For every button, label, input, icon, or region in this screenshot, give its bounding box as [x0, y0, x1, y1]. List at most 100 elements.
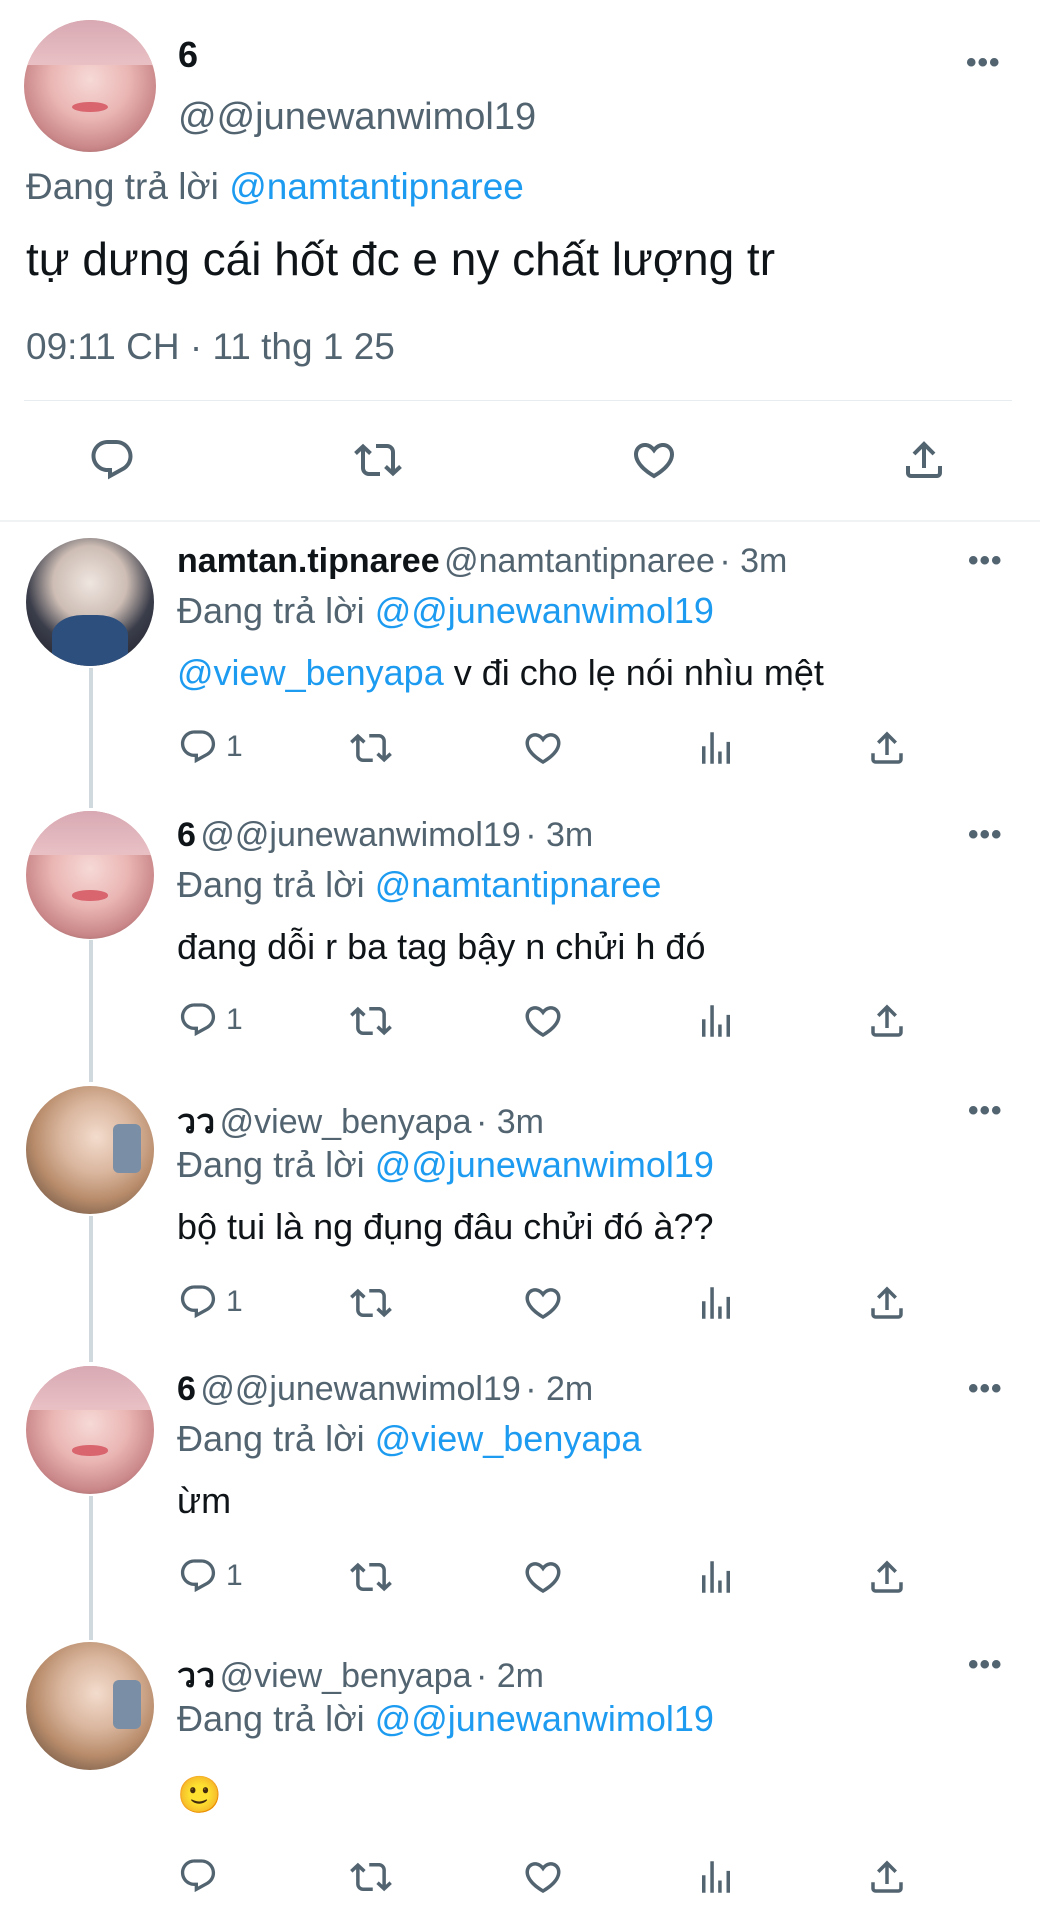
- share-button[interactable]: [866, 727, 908, 769]
- reply-context: Đang trả lời @@junewanwimol19: [177, 1698, 714, 1740]
- author-name[interactable]: 6: [177, 816, 196, 854]
- avatar[interactable]: [26, 1642, 154, 1770]
- retweet-icon: [350, 1006, 392, 1036]
- reply-text: bộ tui là ng đụng đâu chửi đó à??: [177, 1206, 714, 1247]
- share-icon: [871, 1004, 903, 1037]
- reply-context: Đang trả lời @namtantipnaree: [26, 166, 524, 208]
- more-icon[interactable]: •••: [966, 46, 1001, 80]
- author-handle[interactable]: @@junewanwimol19: [178, 96, 536, 139]
- reply-context: Đang trả lời @@junewanwimol19: [177, 1144, 714, 1186]
- tweet-timestamp[interactable]: 09:11 CH · 11 thg 1 25: [26, 326, 395, 368]
- more-icon[interactable]: •••: [968, 1372, 1003, 1406]
- retweet-icon: [350, 1288, 392, 1318]
- reply-to-link[interactable]: @namtantipnaree: [229, 166, 524, 207]
- retweet-button[interactable]: [354, 436, 402, 484]
- retweet-button[interactable]: [350, 1856, 392, 1898]
- more-icon[interactable]: •••: [968, 1648, 1003, 1682]
- avatar[interactable]: [26, 538, 154, 666]
- views-button[interactable]: [695, 727, 737, 769]
- like-button[interactable]: [522, 1556, 564, 1598]
- author-name[interactable]: 6: [177, 1370, 196, 1408]
- reply-button[interactable]: [178, 1856, 218, 1896]
- views-button[interactable]: [695, 1282, 737, 1324]
- reply-button[interactable]: [88, 436, 136, 484]
- thread-line: [89, 940, 93, 1082]
- author-name[interactable]: namtan.tipnaree: [177, 542, 440, 580]
- avatar[interactable]: [26, 811, 154, 939]
- reply-icon: [180, 1003, 216, 1037]
- views-button[interactable]: [695, 1856, 737, 1898]
- author-handle[interactable]: @@junewanwimol19: [200, 1370, 520, 1408]
- author-handle[interactable]: @view_benyapa: [220, 1103, 472, 1141]
- reply-to-link[interactable]: @@junewanwimol19: [375, 590, 714, 631]
- reply-icon: [180, 1559, 216, 1593]
- reply-to-link[interactable]: @@junewanwimol19: [375, 1144, 714, 1185]
- retweet-icon: [354, 443, 402, 477]
- share-icon: [871, 1560, 903, 1593]
- reply-time: · 3m: [525, 816, 594, 854]
- like-icon: [633, 443, 675, 479]
- retweet-icon: [350, 1562, 392, 1592]
- views-button[interactable]: [695, 1556, 737, 1598]
- like-icon: [525, 1862, 561, 1894]
- reply-text: đang dỗi r ba tag bậy n chửi h đó: [177, 926, 706, 967]
- reply-to-link[interactable]: @namtantipnaree: [375, 864, 662, 905]
- mention-link[interactable]: @view_benyapa: [177, 652, 444, 693]
- like-icon: [525, 1562, 561, 1594]
- author-handle[interactable]: @view_benyapa: [220, 1657, 472, 1695]
- share-button[interactable]: [866, 1856, 908, 1898]
- thread-line: [89, 668, 93, 808]
- reply-icon: [180, 1285, 216, 1319]
- divider: [24, 400, 1012, 401]
- reply-to-link[interactable]: @view_benyapa: [375, 1418, 642, 1459]
- like-icon: [525, 1006, 561, 1038]
- author-name[interactable]: วว: [177, 1103, 215, 1141]
- author-handle[interactable]: @namtantipnaree: [444, 542, 715, 580]
- retweet-button[interactable]: [350, 1282, 392, 1324]
- share-icon: [871, 1286, 903, 1319]
- reply-prefix: Đang trả lời: [177, 1418, 365, 1459]
- reply-icon: [91, 440, 133, 480]
- like-button[interactable]: [522, 727, 564, 769]
- share-button[interactable]: [866, 1282, 908, 1324]
- retweet-button[interactable]: [350, 1556, 392, 1598]
- reply-button[interactable]: 1: [178, 1000, 243, 1040]
- avatar[interactable]: [26, 1086, 154, 1214]
- reply-count: 1: [226, 1003, 243, 1036]
- reply-icon: [180, 1859, 216, 1893]
- reply-button[interactable]: 1: [178, 1556, 243, 1596]
- reply-button[interactable]: 1: [178, 727, 243, 767]
- like-button[interactable]: [630, 436, 678, 484]
- tweet-text: tự dưng cái hốt đc e ny chất lượng tr: [26, 233, 776, 285]
- like-button[interactable]: [522, 1000, 564, 1042]
- retweet-button[interactable]: [350, 727, 392, 769]
- share-button[interactable]: [900, 436, 948, 484]
- like-button[interactable]: [522, 1856, 564, 1898]
- like-button[interactable]: [522, 1282, 564, 1324]
- avatar[interactable]: [26, 1366, 154, 1494]
- retweet-button[interactable]: [350, 1000, 392, 1042]
- like-icon: [525, 733, 561, 765]
- views-button[interactable]: [695, 1000, 737, 1042]
- reply-header: 6 @@junewanwimol19 · 2m: [177, 1370, 593, 1409]
- avatar[interactable]: [24, 20, 156, 152]
- reply-prefix: Đang trả lời: [177, 1144, 365, 1185]
- share-button[interactable]: [866, 1000, 908, 1042]
- reply-header: namtan.tipnaree @namtantipnaree · 3m: [177, 542, 787, 581]
- reply-prefix: Đang trả lời: [26, 166, 219, 207]
- reply-to-link[interactable]: @@junewanwimol19: [375, 1698, 714, 1739]
- reply-prefix: Đang trả lời: [177, 864, 365, 905]
- reply-button[interactable]: 1: [178, 1282, 243, 1322]
- reply-time: · 3m: [476, 1103, 544, 1141]
- reply-header: วว @view_benyapa · 3m: [177, 1094, 544, 1148]
- more-icon[interactable]: •••: [968, 1094, 1003, 1128]
- reply-text: ừm: [177, 1480, 232, 1521]
- share-button[interactable]: [866, 1556, 908, 1598]
- author-name[interactable]: วว: [177, 1657, 215, 1695]
- author-name[interactable]: 6: [178, 34, 198, 76]
- reply-context: Đang trả lời @@junewanwimol19: [177, 590, 714, 632]
- more-icon[interactable]: •••: [968, 544, 1003, 578]
- author-handle[interactable]: @@junewanwimol19: [200, 816, 520, 854]
- more-icon[interactable]: •••: [968, 818, 1003, 852]
- reply-time: · 2m: [476, 1657, 544, 1695]
